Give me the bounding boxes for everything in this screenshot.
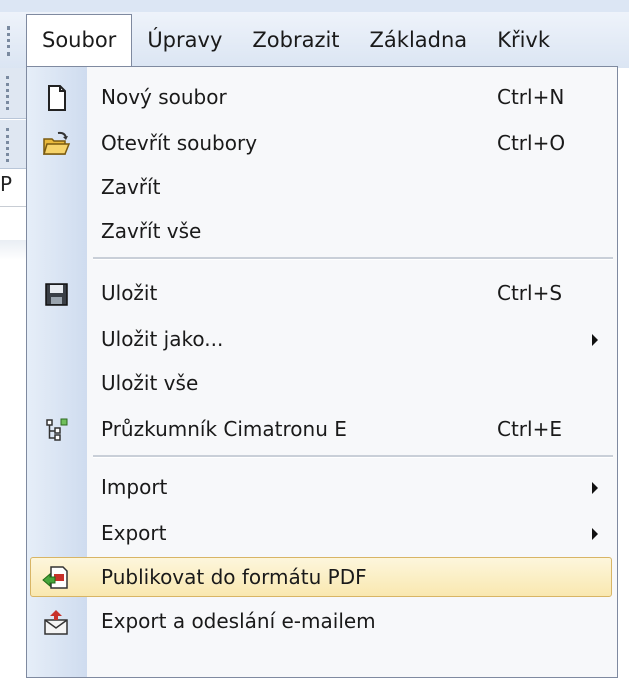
menu-krivky[interactable]: Křivk [482,14,565,66]
menu-item-label: Nový soubor [101,85,227,109]
shortcut-label: Ctrl+E [497,417,562,441]
new-file-icon [41,83,71,111]
submenu-arrow-icon [592,334,598,346]
menu-separator [93,455,613,458]
menu-item-close[interactable]: Zavřít [27,165,617,209]
shortcut-label: Ctrl+S [497,281,563,305]
publish-pdf-icon [41,563,71,591]
menu-item-cimatron-explorer[interactable]: Průzkumník Cimatronu E Ctrl+E [27,407,617,451]
toolbar-grip-1[interactable] [6,76,15,110]
menu-separator [93,257,613,260]
menu-item-open-files[interactable]: Otevřít soubory Ctrl+O [27,121,617,165]
menu-item-label: Export [101,521,167,545]
menu-item-close-all[interactable]: Zavřít vše [27,209,617,253]
submenu-arrow-icon [592,528,598,540]
menu-item-import[interactable]: Import [27,465,617,509]
menu-item-label: Zavřít vše [101,219,202,243]
menu-item-label: Uložit [101,281,158,305]
title-strip [0,0,629,12]
menu-soubor[interactable]: Soubor [26,14,133,70]
menu-item-export-email[interactable]: Export a odeslání e-mailem [27,599,617,643]
submenu-arrow-icon [592,482,598,494]
menu-item-label: Import [101,475,168,499]
menu-item-save-as[interactable]: Uložit jako... [27,317,617,361]
menu-item-save[interactable]: Uložit Ctrl+S [27,271,617,315]
menu-item-label: Průzkumník Cimatronu E [101,417,347,441]
menu-item-export[interactable]: Export [27,511,617,555]
background-tab-letter: P [0,172,13,196]
shortcut-label: Ctrl+O [497,131,566,155]
menubar-grip[interactable] [0,20,26,60]
menu-item-new-file[interactable]: Nový soubor Ctrl+N [27,75,617,119]
menu-item-publish-pdf[interactable]: Publikovat do formátu PDF [27,555,617,599]
explorer-icon [41,415,71,443]
export-email-icon [41,607,71,635]
menu-bar: Soubor Úpravy Zobrazit Základna Křivk [0,12,629,70]
open-folder-icon [41,129,71,157]
menu-zobrazit[interactable]: Zobrazit [237,14,354,66]
menu-item-save-all[interactable]: Uložit vše [27,361,617,405]
menu-item-label: Publikovat do formátu PDF [101,565,367,589]
menu-item-label: Uložit vše [101,371,199,395]
shortcut-label: Ctrl+N [497,85,565,109]
menu-item-label: Otevřít soubory [101,131,258,155]
menu-item-label: Zavřít [101,175,161,199]
file-menu-dropdown: Nový soubor Ctrl+N Otevřít soubory Ctrl+… [26,66,618,678]
menu-item-label: Export a odeslání e-mailem [101,609,376,633]
toolbar-grip-2[interactable] [6,128,15,162]
menu-item-label: Uložit jako... [101,327,224,351]
menu-zakladna[interactable]: Základna [355,14,483,66]
save-icon [41,279,71,307]
menu-upravy[interactable]: Úpravy [132,14,237,66]
